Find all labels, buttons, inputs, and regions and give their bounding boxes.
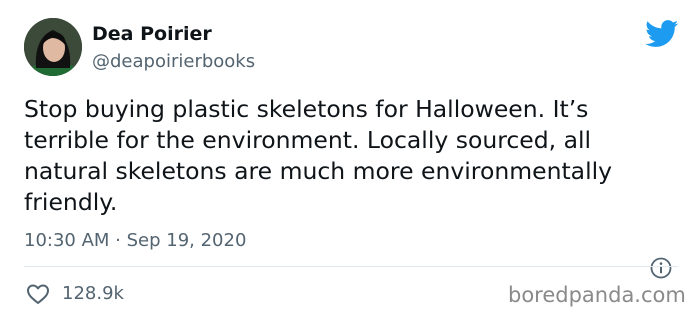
divider xyxy=(24,266,678,267)
tweet-text-line: natural skeletons are much more environm… xyxy=(24,157,613,185)
avatar-photo xyxy=(24,18,82,76)
tweet-timestamp[interactable]: 10:30 AM · Sep 19, 2020 xyxy=(24,230,246,251)
tweet-card: Dea Poirier @deapoirierbooks Stop buying… xyxy=(0,0,700,319)
author-name[interactable]: Dea Poirier xyxy=(92,23,212,45)
info-icon[interactable] xyxy=(650,257,672,279)
tweet-text-line: friendly. xyxy=(24,188,118,216)
watermark: boredpanda.com xyxy=(508,283,686,307)
twitter-bird-icon[interactable] xyxy=(645,20,679,48)
like-count[interactable]: 128.9k xyxy=(62,283,124,304)
tweet-text-line: Stop buying plastic skeletons for Hallow… xyxy=(24,95,589,123)
tweet-text-line: terrible for the environment. Locally so… xyxy=(24,126,592,154)
author-handle[interactable]: @deapoirierbooks xyxy=(92,51,255,72)
avatar[interactable] xyxy=(24,18,82,76)
tweet-text: Stop buying plastic skeletons for Hallow… xyxy=(24,94,684,218)
heart-icon[interactable] xyxy=(26,283,50,305)
